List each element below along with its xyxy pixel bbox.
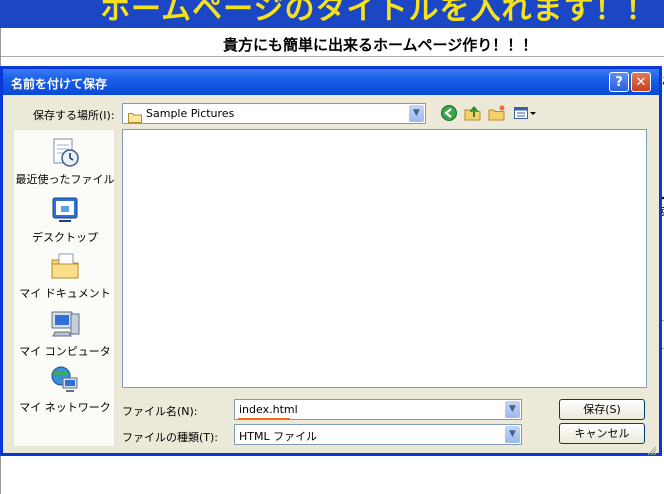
chevron-down-icon[interactable]: ▼	[409, 105, 424, 122]
text-underline	[238, 418, 290, 420]
folder-icon	[128, 108, 142, 127]
cancel-button[interactable]: キャンセル	[559, 423, 645, 444]
place-label: マイ ネットワーク	[19, 401, 111, 414]
filename-label: ファイル名(N):	[122, 405, 198, 418]
help-button[interactable]: ?	[609, 72, 629, 92]
place-label: デスクトップ	[32, 231, 98, 244]
back-icon[interactable]	[440, 104, 458, 122]
place-label: 最近使ったファイル	[15, 173, 115, 186]
filename-input[interactable]: index.html ▼	[234, 399, 522, 420]
my-computer-icon	[49, 308, 81, 340]
save-in-dropdown[interactable]: Sample Pictures ▼	[122, 103, 426, 124]
divider	[1, 56, 664, 57]
place-my-documents[interactable]: マイ ドキュメント	[14, 250, 116, 301]
save-in-label: 保存する場所(I):	[33, 109, 115, 122]
save-in-value: Sample Pictures	[146, 107, 235, 120]
filetype-value: HTML ファイル	[239, 430, 318, 443]
close-button[interactable]: ✕	[631, 72, 651, 92]
places-bar: 最近使ったファイル デスクトップ マイ ドキュメント マイ コンピュータ マイ …	[13, 129, 115, 447]
filetype-label: ファイルの種類(T):	[122, 431, 219, 444]
file-list[interactable]	[122, 129, 647, 388]
save-as-dialog: 名前を付けて保存 ? ✕ 保存する場所(I): Sample Pictures …	[2, 68, 660, 456]
page-banner: ホームページのタイトルを入れます！！	[0, 0, 664, 28]
recent-documents-icon	[49, 136, 81, 168]
page-subtitle: 貴方にも簡単に出来るホームページ作り！！！	[223, 36, 538, 54]
new-folder-icon[interactable]	[488, 104, 506, 122]
banner-title: ホームページのタイトルを入れます！！	[100, 0, 657, 27]
dialog-titlebar[interactable]: 名前を付けて保存 ? ✕	[3, 69, 659, 95]
dialog-title: 名前を付けて保存	[11, 77, 108, 91]
place-my-network[interactable]: マイ ネットワーク	[14, 364, 116, 415]
place-label: マイ コンピュータ	[19, 345, 111, 358]
view-menu-icon[interactable]	[513, 104, 537, 122]
save-button[interactable]: 保存(S)	[559, 399, 645, 420]
chevron-down-icon[interactable]: ▼	[505, 426, 520, 443]
my-network-icon	[49, 364, 81, 396]
desktop-icon	[49, 194, 81, 226]
chevron-down-icon[interactable]: ▼	[505, 401, 520, 418]
place-my-computer[interactable]: マイ コンピュータ	[14, 308, 116, 359]
filename-value: index.html	[239, 403, 298, 416]
place-desktop[interactable]: デスクトップ	[14, 194, 116, 245]
place-recent[interactable]: 最近使ったファイル	[14, 136, 116, 187]
up-folder-icon[interactable]	[464, 104, 482, 122]
filetype-dropdown[interactable]: HTML ファイル ▼	[234, 424, 522, 445]
my-documents-icon	[49, 250, 81, 282]
resize-grip-icon[interactable]	[647, 441, 657, 456]
place-label: マイ ドキュメント	[19, 287, 111, 300]
